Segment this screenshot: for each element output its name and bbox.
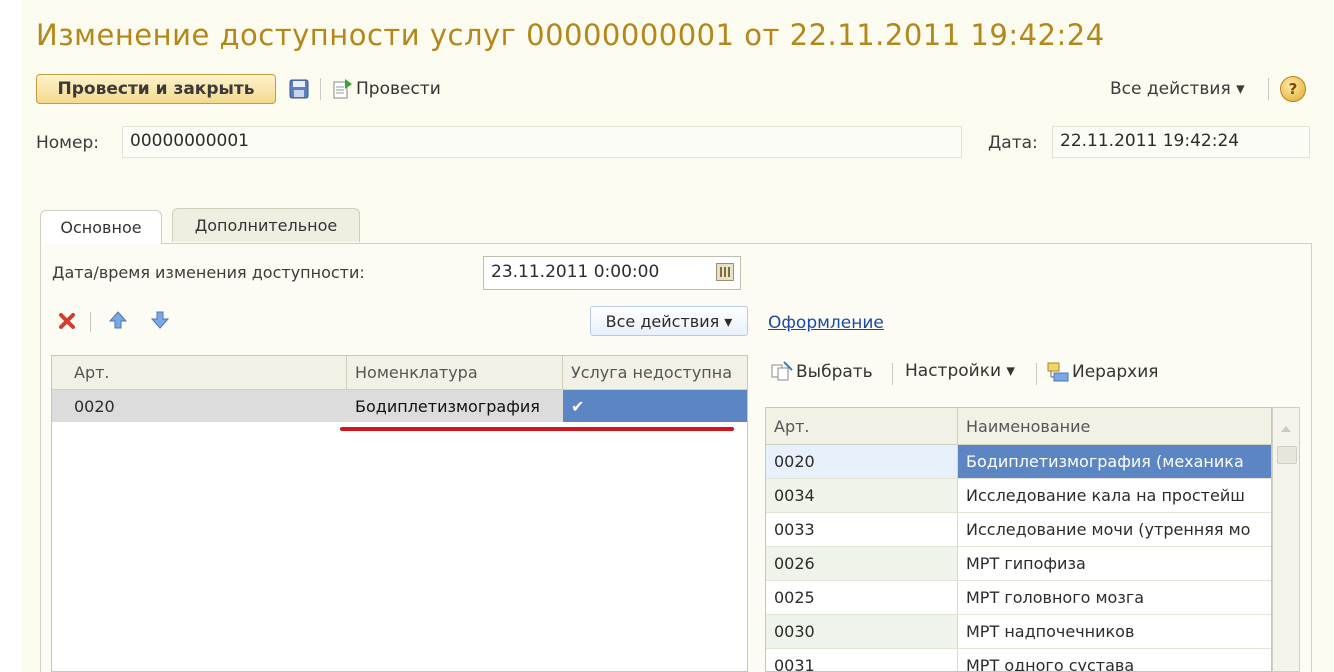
datetime-value: 23.11.2011 0:00:00 bbox=[491, 262, 660, 282]
post-document-icon bbox=[333, 79, 352, 99]
column-header-name[interactable]: Наименование bbox=[958, 408, 1271, 444]
help-icon: ? bbox=[1288, 80, 1298, 98]
arrow-up-icon bbox=[108, 311, 128, 329]
column-header-nomenclature[interactable]: Номенклатура bbox=[347, 356, 563, 389]
cell-name[interactable]: Исследование мочи (утренняя мо bbox=[958, 513, 1271, 547]
arrow-down-icon bbox=[150, 311, 170, 329]
toolbar-separator bbox=[1036, 363, 1037, 385]
cell-name[interactable]: МРТ надпочечников bbox=[958, 615, 1271, 649]
help-button[interactable]: ? bbox=[1280, 76, 1306, 102]
cell-name[interactable]: Бодиплетизмография (механика bbox=[958, 445, 1271, 479]
hierarchy-button[interactable]: Иерархия bbox=[1046, 361, 1159, 383]
cell-unavailable-checkbox[interactable]: ✔ bbox=[563, 390, 747, 422]
toolbar-separator bbox=[90, 312, 91, 332]
table-row[interactable]: 0026 МРТ гипофиза bbox=[766, 547, 1271, 581]
post-and-close-button[interactable]: Провести и закрыть bbox=[36, 74, 276, 104]
services-table: Арт. Номенклатура Услуга недоступна 0020… bbox=[51, 355, 748, 672]
cell-art[interactable]: 0033 bbox=[766, 513, 958, 547]
date-field[interactable]: 22.11.2011 19:42:24 bbox=[1052, 126, 1310, 158]
select-icon bbox=[771, 361, 793, 381]
table-row[interactable]: 0031 МРТ одного сустава bbox=[766, 649, 1271, 671]
toolbar-separator bbox=[892, 363, 893, 385]
cell-name[interactable]: МРТ гипофиза bbox=[958, 547, 1271, 581]
window-title: Изменение доступности услуг 00000000001 … bbox=[36, 18, 1105, 52]
cell-name[interactable]: МРТ головного мозга bbox=[958, 581, 1271, 615]
table-row[interactable]: 0025 МРТ головного мозга bbox=[766, 581, 1271, 615]
catalog-table: Арт. Наименование 0020 Бодиплетизмографи… bbox=[765, 407, 1272, 672]
all-actions-menu[interactable]: Все действия ▾ bbox=[1110, 79, 1245, 99]
save-button[interactable] bbox=[288, 78, 310, 100]
move-down-button[interactable] bbox=[148, 308, 172, 332]
hierarchy-label: Иерархия bbox=[1072, 362, 1159, 382]
highlight-underline bbox=[340, 427, 734, 431]
table-row[interactable]: 0020 Бодиплетизмография ✔ bbox=[52, 390, 747, 422]
tab-main[interactable]: Основное bbox=[40, 210, 162, 244]
select-label: Выбрать bbox=[796, 362, 873, 382]
table-row[interactable]: 0030 МРТ надпочечников bbox=[766, 615, 1271, 649]
toolbar-separator bbox=[320, 78, 321, 100]
tab-additional[interactable]: Дополнительное bbox=[172, 208, 360, 242]
catalog-table-header: Арт. Наименование bbox=[766, 408, 1271, 445]
date-label: Дата: bbox=[988, 133, 1038, 153]
settings-menu[interactable]: Настройки ▾ bbox=[905, 361, 1015, 381]
catalog-scrollbar[interactable] bbox=[1272, 407, 1300, 672]
table-row[interactable]: 0033 Исследование мочи (утренняя мо bbox=[766, 513, 1271, 547]
format-link[interactable]: Оформление bbox=[768, 313, 884, 333]
cell-art[interactable]: 0034 bbox=[766, 479, 958, 513]
toolbar-separator bbox=[1268, 78, 1269, 100]
cell-name[interactable]: МРТ одного сустава bbox=[958, 649, 1271, 671]
column-header-unavailable[interactable]: Услуга недоступна bbox=[563, 356, 747, 389]
table-all-actions-button[interactable]: Все действия ▾ bbox=[590, 306, 748, 336]
scroll-up-icon[interactable] bbox=[1273, 416, 1299, 442]
cell-art[interactable]: 0020 bbox=[52, 390, 347, 422]
floppy-disk-icon bbox=[289, 79, 309, 99]
table-row[interactable]: 0034 Исследование кала на простейш bbox=[766, 479, 1271, 513]
cell-art[interactable]: 0026 bbox=[766, 547, 958, 581]
select-button[interactable]: Выбрать bbox=[770, 361, 873, 383]
datetime-input[interactable]: 23.11.2011 0:00:00 bbox=[483, 256, 741, 290]
column-header-art[interactable]: Арт. bbox=[52, 356, 347, 389]
delete-cross-icon bbox=[59, 313, 75, 329]
hierarchy-icon bbox=[1047, 362, 1069, 382]
table-header: Арт. Номенклатура Услуга недоступна bbox=[52, 356, 747, 390]
calendar-icon[interactable] bbox=[716, 263, 734, 281]
post-button-label: Провести bbox=[356, 79, 441, 99]
cell-art[interactable]: 0030 bbox=[766, 615, 958, 649]
cell-name[interactable]: Исследование кала на простейш bbox=[958, 479, 1271, 513]
datetime-label: Дата/время изменения доступности: bbox=[52, 263, 365, 282]
cell-art[interactable]: 0025 bbox=[766, 581, 958, 615]
post-button[interactable]: Провести bbox=[332, 75, 462, 103]
delete-button[interactable] bbox=[56, 310, 78, 332]
cell-art[interactable]: 0020 bbox=[766, 445, 958, 479]
cell-art[interactable]: 0031 bbox=[766, 649, 958, 671]
scrollbar-thumb[interactable] bbox=[1277, 446, 1297, 464]
table-row[interactable]: 0020 Бодиплетизмография (механика bbox=[766, 445, 1271, 479]
move-up-button[interactable] bbox=[106, 308, 130, 332]
cell-nomenclature[interactable]: Бодиплетизмография bbox=[347, 390, 563, 422]
number-field[interactable]: 00000000001 bbox=[122, 126, 962, 158]
number-label: Номер: bbox=[36, 133, 99, 153]
column-header-art[interactable]: Арт. bbox=[766, 408, 958, 444]
